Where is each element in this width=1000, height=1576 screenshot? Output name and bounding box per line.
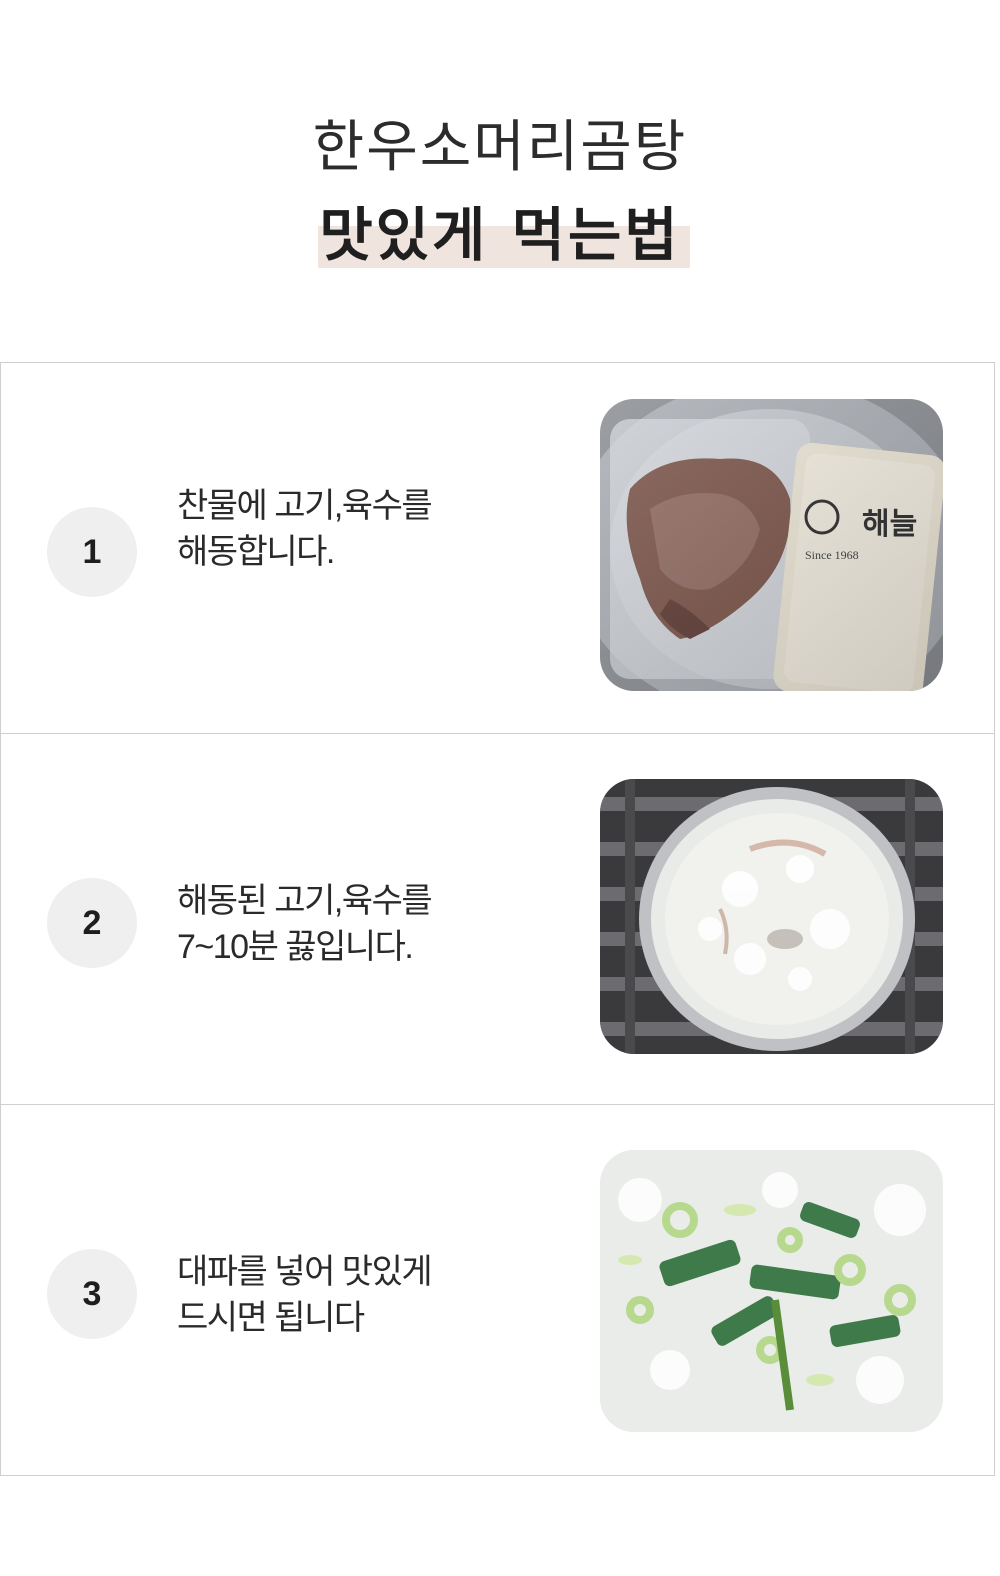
step-text-line: 7~10분 끓입니다. [177, 928, 414, 966]
step-description: 대파를 넣어 맛있게 드시면 됩니다 [177, 1249, 537, 1341]
step-description: 해동된 고기,육수를 7~10분 끓입니다. [177, 878, 537, 970]
step-number-badge: 2 [47, 878, 137, 968]
step-text-line: 찬물에 고기,육수를 [177, 487, 433, 525]
step-text-line: 드시면 됩니다 [177, 1299, 365, 1337]
step-text-line: 해동된 고기,육수를 [177, 882, 433, 920]
step-photo-boiling-pot [600, 779, 943, 1054]
step-2: 2 해동된 고기,육수를 7~10분 끓입니다. [0, 734, 995, 1105]
step-3: 3 대파를 넣어 맛있게 드시면 됩니다 [0, 1105, 995, 1476]
steps-list: 1 찬물에 고기,육수를 해동합니다. 해늘 Since 1968 2 해동된 … [0, 362, 995, 1476]
step-number-badge: 1 [47, 507, 137, 597]
page-title: 한우소머리곰탕 [312, 115, 688, 180]
step-description: 찬물에 고기,육수를 해동합니다. [177, 483, 537, 575]
step-1: 1 찬물에 고기,육수를 해동합니다. 해늘 Since 1968 [0, 362, 995, 734]
step-photo-frozen-packs: 해늘 Since 1968 [600, 399, 943, 691]
step-number-badge: 3 [47, 1249, 137, 1339]
step-text-line: 대파를 넣어 맛있게 [177, 1253, 433, 1291]
step-photo-green-onion-soup [600, 1150, 943, 1432]
page-subtitle: 맛있게 먹는법 [319, 201, 681, 269]
step-text-line: 해동합니다. [177, 533, 335, 571]
page-header: 한우소머리곰탕 맛있게 먹는법 [0, 0, 1000, 362]
